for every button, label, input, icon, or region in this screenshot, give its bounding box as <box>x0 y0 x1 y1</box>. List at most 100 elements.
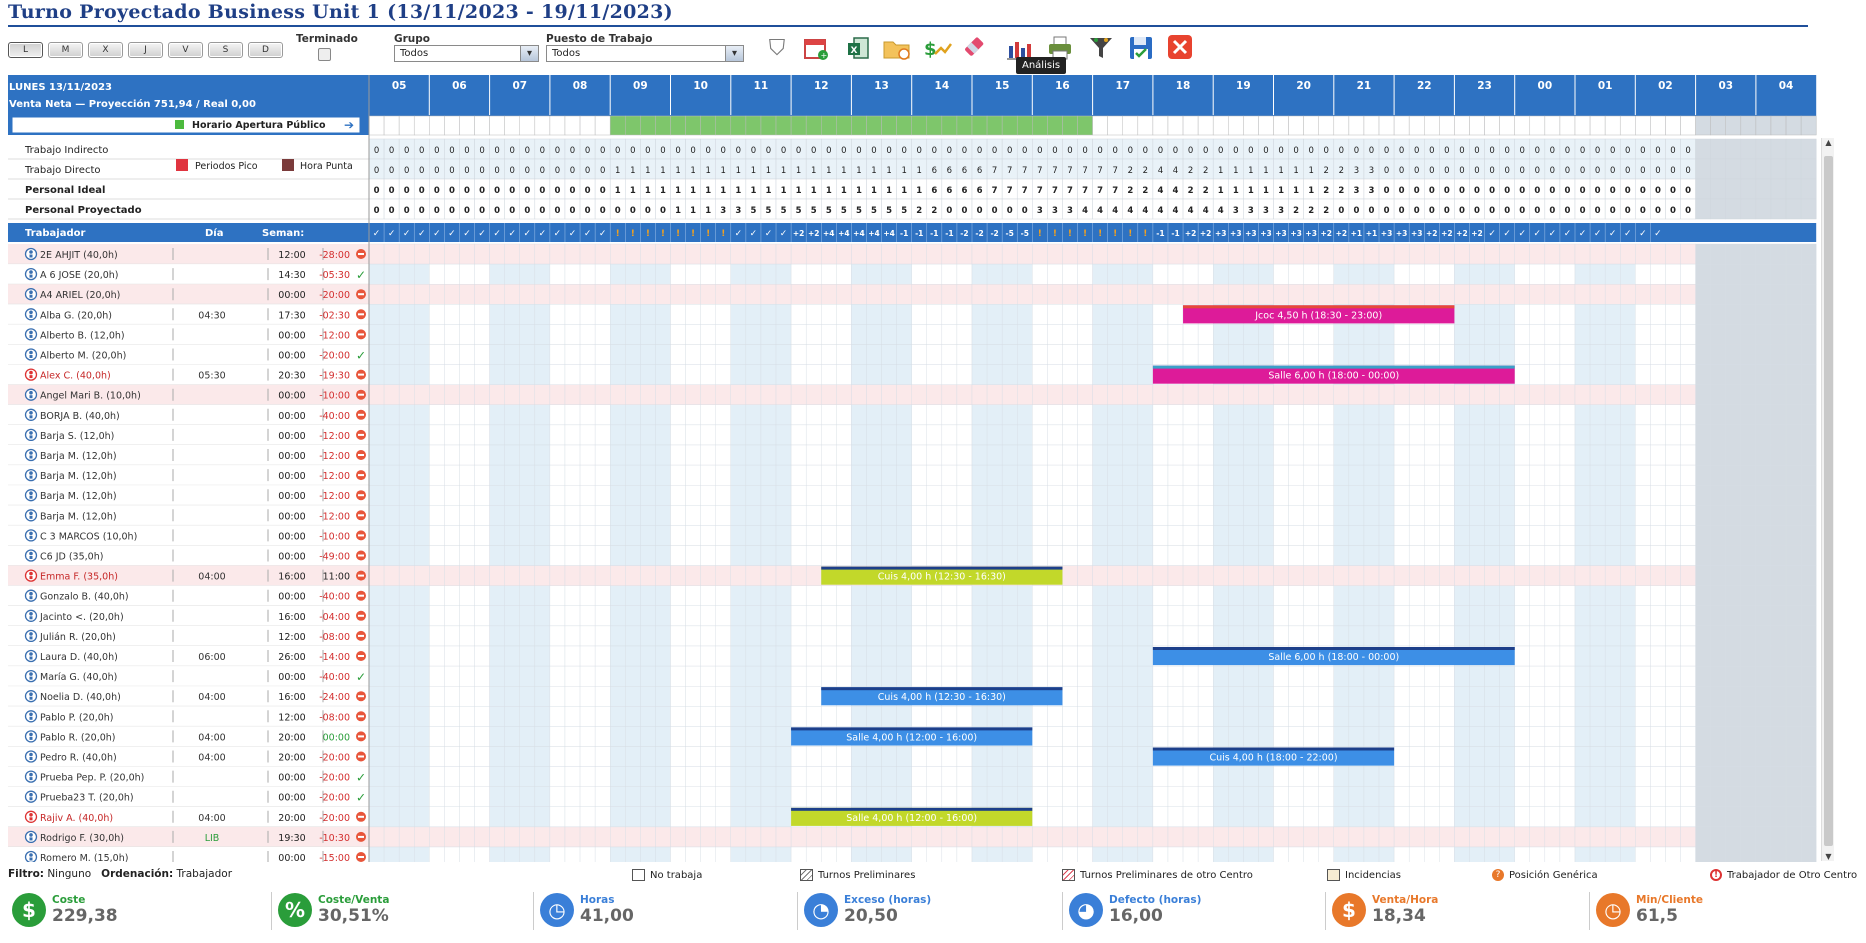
schedule-cell <box>1499 585 1515 607</box>
schedule-cell <box>1424 424 1440 446</box>
schedule-cell <box>971 304 988 325</box>
summary-value: 0 <box>766 146 771 156</box>
schedule-cell <box>625 424 641 446</box>
schedule-cell <box>956 304 973 325</box>
summary-value: 0 <box>1233 146 1238 156</box>
schedule-cell <box>1017 485 1033 506</box>
schedule-cell <box>1152 766 1169 787</box>
vertical-scrollbar[interactable]: ▲ ▼ <box>1821 138 1834 861</box>
scroll-thumb[interactable] <box>1824 156 1833 846</box>
schedule-cell <box>1348 726 1365 747</box>
summary-value: 0 <box>1308 146 1313 156</box>
kpi-value: 16,00 <box>1109 906 1163 926</box>
schedule-cell <box>971 746 988 767</box>
terminado-label: Terminado <box>296 33 358 45</box>
terminado-checkbox[interactable] <box>318 48 331 61</box>
schedule-cell <box>594 605 611 627</box>
cost-icon[interactable]: $ <box>923 34 953 64</box>
export-icon[interactable]: X <box>843 34 873 64</box>
grupo-select[interactable]: Todos ▾ <box>394 45 539 62</box>
schedule-cell <box>760 665 777 687</box>
eraser-icon[interactable] <box>962 34 992 64</box>
day-button-v[interactable]: V <box>168 42 203 58</box>
worker-balance: -40:00 <box>319 592 350 603</box>
schedule-cell <box>1408 344 1425 365</box>
schedule-cell <box>444 545 460 566</box>
puesto-select[interactable]: Todos ▾ <box>546 45 744 62</box>
funnel-config-icon[interactable] <box>1086 34 1116 64</box>
summary-value: 3 <box>735 206 741 216</box>
schedule-cell <box>489 846 505 862</box>
worker-other-center-icon <box>24 368 38 381</box>
schedule-cell <box>941 505 958 526</box>
schedule-cell <box>790 243 807 265</box>
schedule-cell <box>1695 706 1711 727</box>
schedule-cell <box>685 324 701 345</box>
schedule-cell <box>1785 525 1802 546</box>
schedule-cell <box>1167 324 1184 345</box>
schedule-cell <box>1107 344 1123 365</box>
schedule-cell <box>760 485 777 506</box>
apertura-cell <box>398 115 415 136</box>
schedule-cell <box>956 505 973 526</box>
schedule-cell <box>775 324 792 345</box>
day-button-d[interactable]: D <box>248 42 283 58</box>
schedule-cell <box>1589 304 1606 325</box>
summary-value: 0 <box>1610 206 1616 216</box>
schedule-cell <box>1032 806 1048 828</box>
user-icon-head <box>29 310 33 315</box>
schedule-cell <box>941 585 958 607</box>
schedule-cell <box>368 625 385 647</box>
schedule-cell <box>444 806 460 828</box>
schedule-cell <box>866 846 882 862</box>
day-button-x[interactable]: X <box>88 42 123 58</box>
day-button-j[interactable]: J <box>128 42 163 58</box>
day-button-l[interactable]: L <box>8 42 43 58</box>
schedule-cell <box>474 826 490 848</box>
schedule-cell <box>685 485 701 506</box>
calendar-icon[interactable]: + <box>801 34 831 64</box>
schedule-cell <box>1408 565 1425 586</box>
schedule-cell <box>534 645 551 667</box>
schedule-cell <box>1017 665 1033 687</box>
schedule-cell <box>1544 766 1561 787</box>
worker-balance: -20:00 <box>319 773 350 784</box>
schedule-cell <box>1032 424 1048 446</box>
close-icon[interactable] <box>1165 34 1195 64</box>
day-button-m[interactable]: M <box>48 42 83 58</box>
schedule-cell <box>730 826 747 848</box>
schedule-cell <box>1770 505 1787 526</box>
schedule-cell <box>1469 826 1485 848</box>
schedule-cell <box>1439 826 1455 848</box>
schedule-cell <box>926 585 943 607</box>
schedule-cell <box>1650 665 1666 687</box>
scroll-up-icon[interactable]: ▲ <box>1822 138 1835 147</box>
worker-semana: 00:00 <box>278 491 305 502</box>
schedule-cell <box>730 464 747 486</box>
folder-icon[interactable] <box>882 34 912 64</box>
schedule-cell <box>911 605 927 627</box>
apertura-cell <box>790 115 807 136</box>
schedule-cell <box>956 485 973 506</box>
schedule-cell <box>1137 243 1154 265</box>
schedule-cell <box>489 605 505 627</box>
save-icon[interactable] <box>1126 34 1156 64</box>
schedule-cell <box>1137 304 1154 325</box>
summary-value: 0 <box>1052 146 1057 156</box>
schedule-cell <box>1288 786 1304 808</box>
schedule-cell <box>1318 384 1334 406</box>
schedule-cell <box>730 304 747 325</box>
summary-value: 0 <box>1293 146 1298 156</box>
schedule-cell <box>1770 706 1787 727</box>
scroll-down-icon[interactable]: ▼ <box>1822 852 1835 861</box>
schedule-cell <box>1047 424 1063 446</box>
schedule-cell <box>836 585 852 607</box>
schedule-cell <box>866 525 882 546</box>
day-button-s[interactable]: S <box>208 42 243 58</box>
user-icon <box>24 468 38 482</box>
schedule-cell <box>474 324 490 345</box>
filter-icon[interactable]: ⛉ <box>762 34 792 64</box>
summary-value: 0 <box>494 146 499 156</box>
schedule-cell <box>1800 283 1817 305</box>
schedule-cell <box>1001 665 1018 687</box>
